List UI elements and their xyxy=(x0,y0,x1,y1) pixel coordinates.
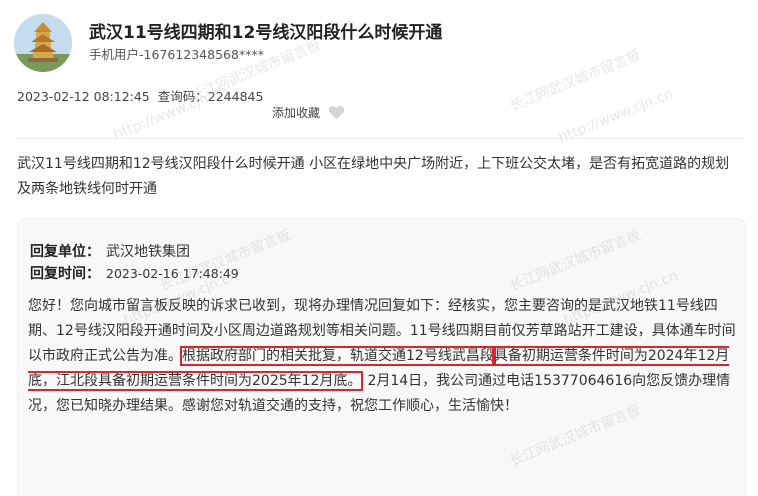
question-text: 武汉11号线四期和12号线汉阳段什么时候开通 小区在绿地中央广场附近，上下班公交… xyxy=(17,156,730,197)
post-header: 武汉11号线四期和12号线汉阳段什么时候开通 手机用户-167612348568… xyxy=(14,14,744,72)
query-code-label: 查询码： xyxy=(157,89,208,104)
reply-body: 您好！您向城市留言板反映的诉求已收到，现将办理情况回复如下：经核实，您主要咨询的… xyxy=(28,294,736,419)
reply-time-row: 回复时间： 2023-02-16 17:48:49 xyxy=(30,263,239,283)
reply-unit-label: 回复单位： xyxy=(30,244,100,260)
yellow-crane-tower-avatar-icon xyxy=(14,14,72,72)
add-favorite-label: 添加收藏 xyxy=(272,106,321,120)
reply-unit-row: 回复单位： 武汉地铁集团 xyxy=(30,241,190,261)
reply-time: 2023-02-16 17:48:49 xyxy=(106,266,239,281)
post-date: 2023-02-12 08:12:45 xyxy=(17,89,150,104)
divider xyxy=(14,138,744,139)
post-meta: 2023-02-12 08:12:45 查询码：2244845 xyxy=(17,86,271,105)
poster-username: 手机用户-167612348568**** xyxy=(89,47,264,62)
query-code: 2244845 xyxy=(207,89,264,104)
highlighted-reply-segment-1: 根据政府部门的相关批复，轨道交通12号线武昌段 xyxy=(182,348,494,364)
add-favorite-button[interactable]: 添加收藏 xyxy=(272,104,345,121)
reply-time-label: 回复时间： xyxy=(30,266,100,282)
avatar[interactable] xyxy=(14,14,72,72)
heart-icon xyxy=(328,106,345,120)
post-title: 武汉11号线四期和12号线汉阳段什么时候开通 xyxy=(89,23,443,43)
reply-unit: 武汉地铁集团 xyxy=(106,244,190,260)
reply-box: 回复单位： 武汉地铁集团 回复时间： 2023-02-16 17:48:49 您好！… xyxy=(17,218,746,496)
